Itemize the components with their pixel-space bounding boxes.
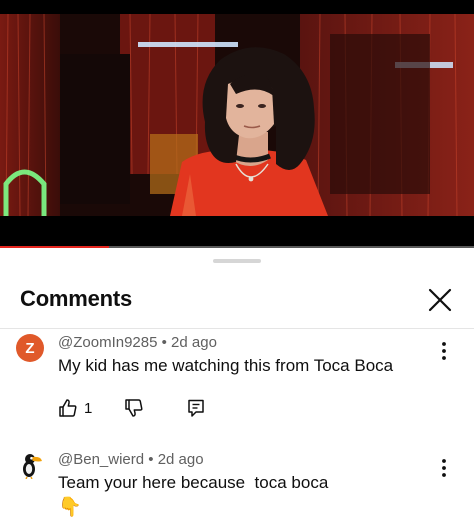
- comment-text: Team your here because toca boca: [58, 473, 329, 492]
- like-button[interactable]: 1: [58, 396, 92, 420]
- avatar[interactable]: [16, 451, 44, 479]
- more-options-button[interactable]: [434, 339, 454, 363]
- close-button[interactable]: [424, 284, 456, 316]
- header-divider: [0, 328, 474, 329]
- comment-age: 2d ago: [171, 334, 217, 351]
- thumbs-down-icon: [125, 399, 143, 417]
- video-player[interactable]: [0, 0, 474, 248]
- thumbs-up-icon: [59, 399, 77, 417]
- meta-separator: •: [161, 334, 172, 351]
- reply-icon: [188, 399, 204, 417]
- reply-button[interactable]: [186, 396, 206, 420]
- like-count: 1: [84, 399, 93, 417]
- comment-text: My kid has me watching this from Toca Bo…: [58, 356, 394, 375]
- video-frame[interactable]: [0, 14, 474, 216]
- meta-separator: •: [148, 451, 158, 468]
- panel-title: Comments: [20, 286, 133, 311]
- comment-meta: @Ben_wierd • 2d ago: [58, 451, 204, 468]
- more-options-button[interactable]: [434, 456, 454, 480]
- comment-meta: @ZoomIn9285 • 2d ago: [58, 334, 217, 351]
- comment-text-emoji: 👇: [58, 497, 82, 518]
- avatar-letter: Z: [25, 339, 35, 357]
- close-icon: [428, 288, 452, 312]
- avatar[interactable]: Z: [16, 334, 44, 362]
- toucan-avatar-icon: [23, 454, 42, 479]
- video-scene-image: [0, 14, 474, 216]
- dislike-button[interactable]: [124, 396, 144, 420]
- kebab-menu-icon: [442, 459, 446, 477]
- comment-age: 2d ago: [157, 451, 204, 468]
- video-progress-played: [0, 246, 110, 248]
- video-progress-bar[interactable]: [0, 246, 474, 248]
- drag-handle[interactable]: [213, 259, 261, 263]
- comments-panel: Comments Z @ZoomIn9285 • 2d ago My kid h…: [0, 250, 474, 530]
- kebab-menu-icon: [442, 342, 446, 360]
- comment-author[interactable]: @ZoomIn9285: [58, 334, 157, 351]
- comment-author[interactable]: @Ben_wierd: [58, 451, 144, 468]
